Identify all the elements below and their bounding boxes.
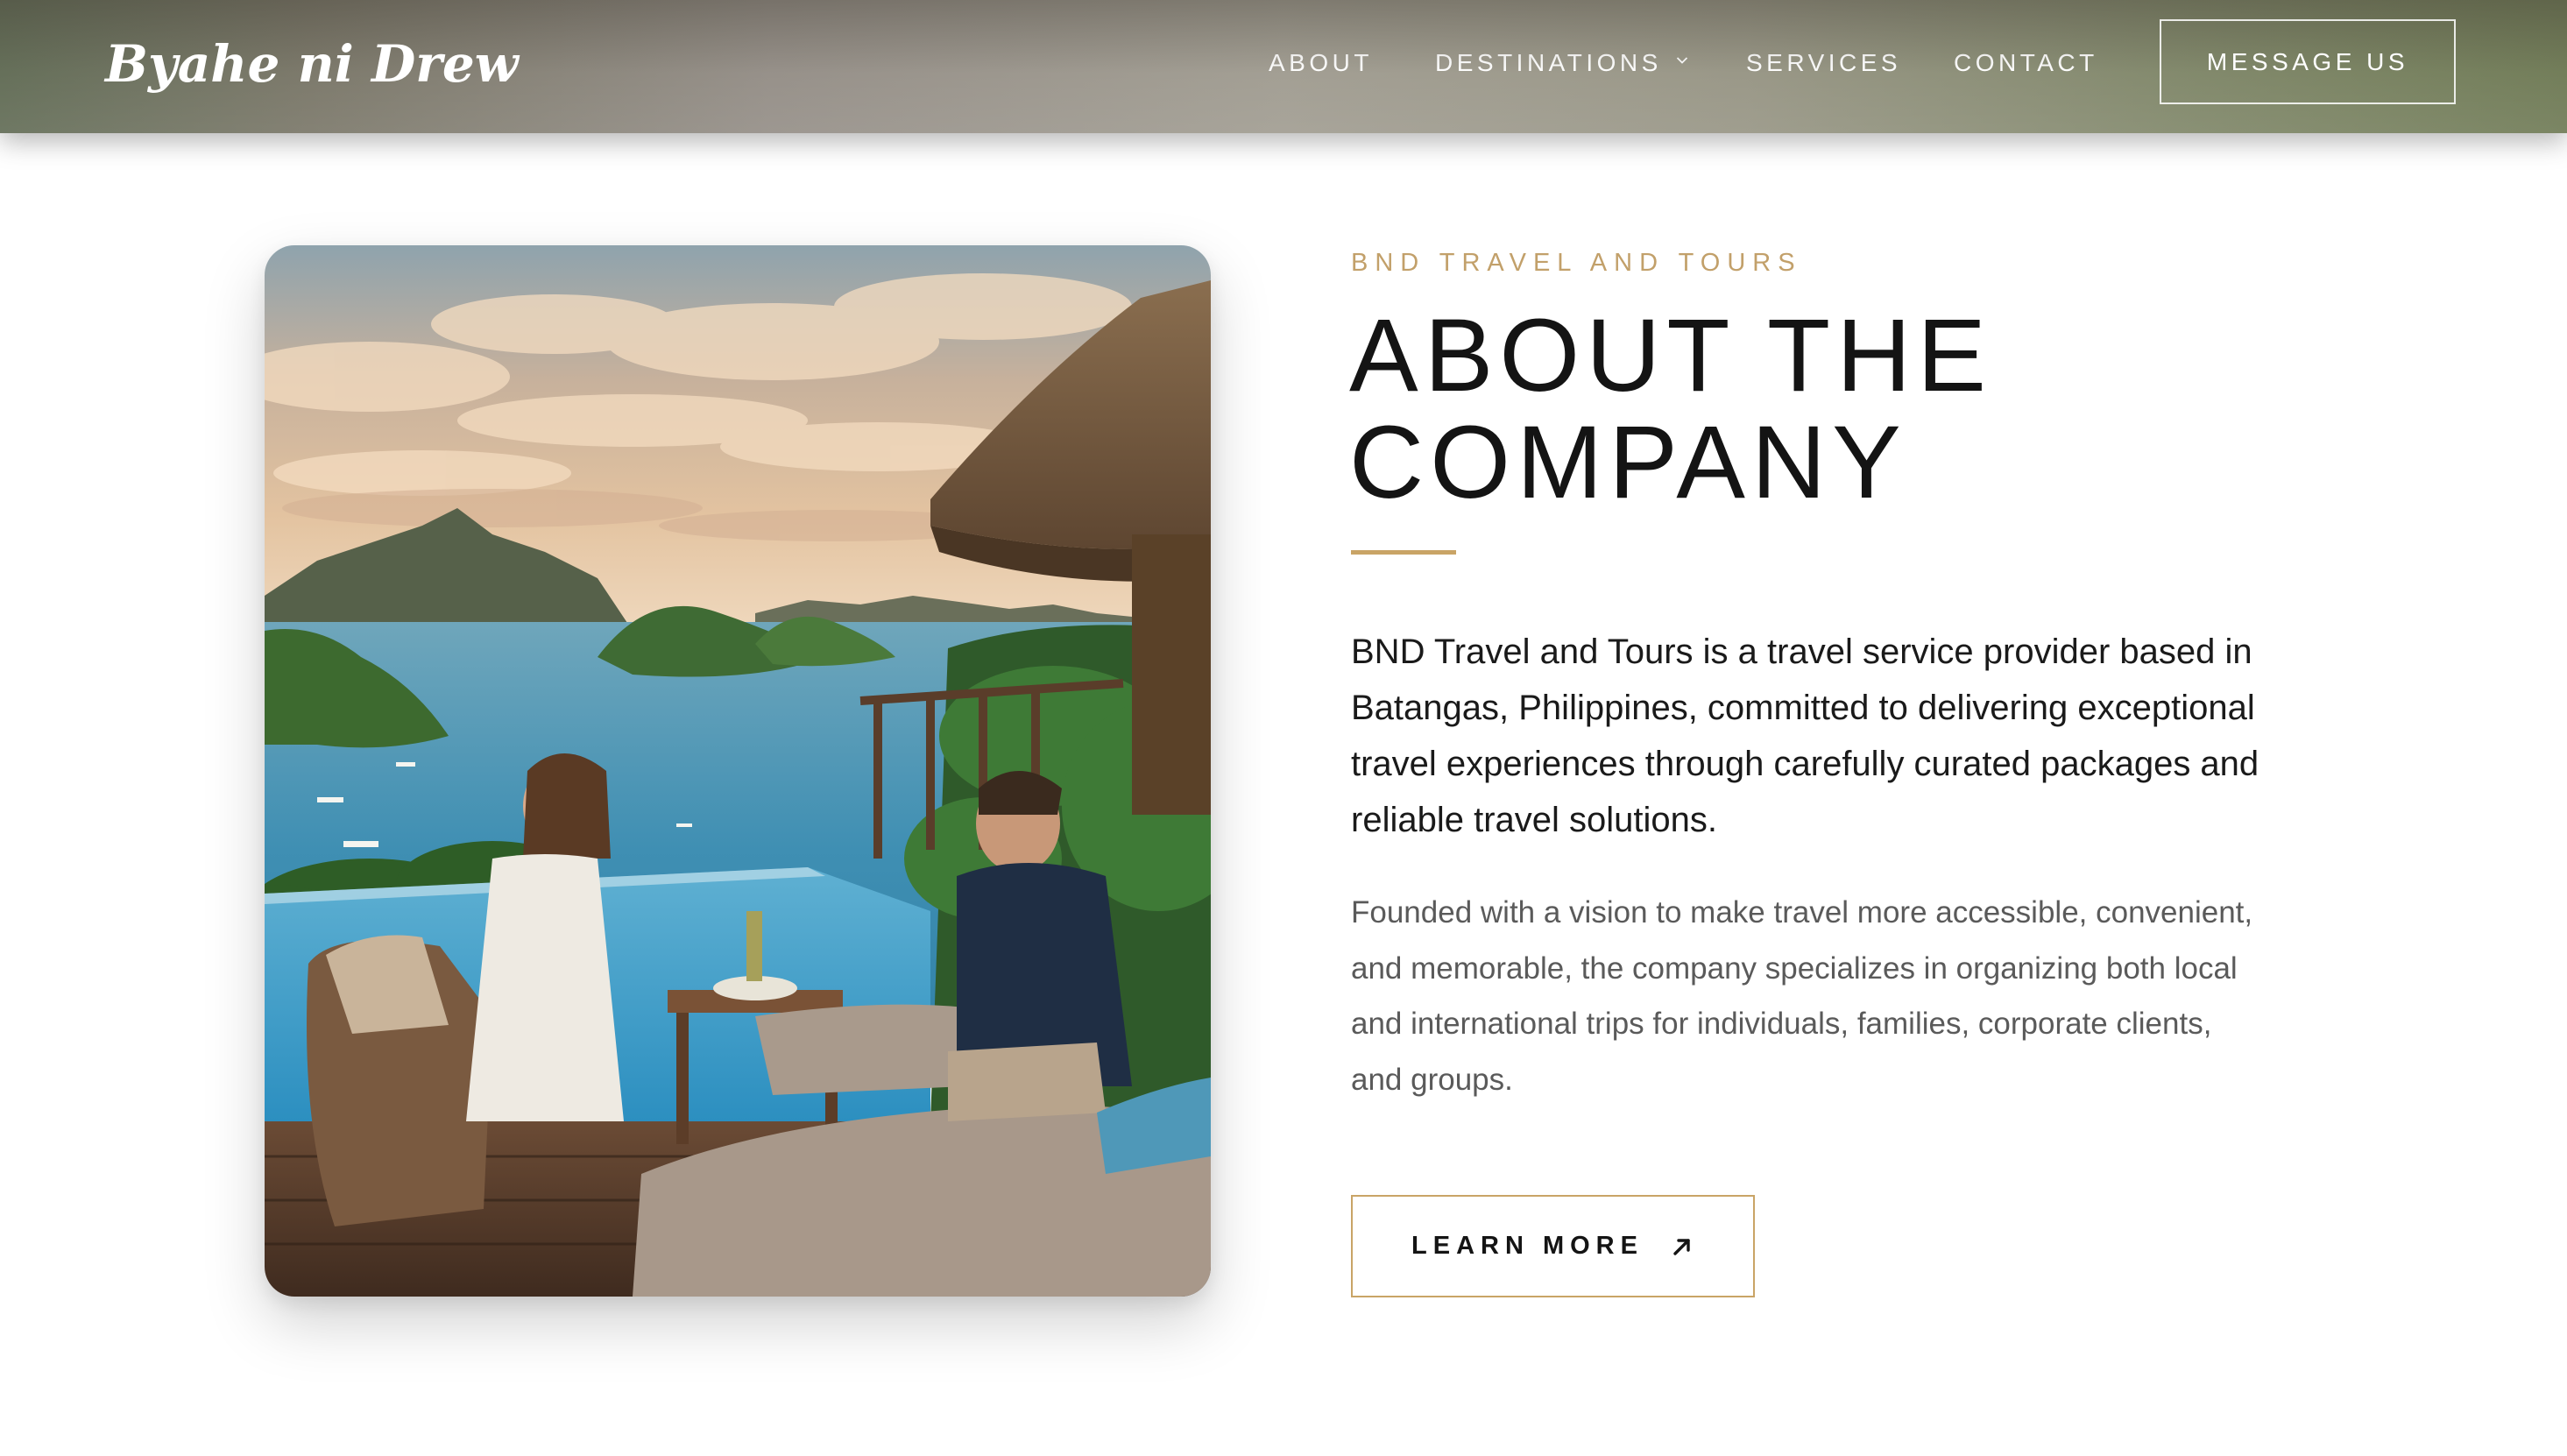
- nav-destinations[interactable]: DESTINATIONS: [1435, 47, 1688, 79]
- nav-destinations-label: DESTINATIONS: [1435, 49, 1662, 76]
- body-paragraph: Founded with a vision to make travel mor…: [1351, 895, 2253, 1097]
- title-divider: [1351, 550, 1456, 555]
- section-title-line-1: ABOUT THE: [1349, 298, 1993, 413]
- site-logo[interactable]: Byahe ni Drew: [105, 26, 519, 102]
- section-eyebrow: BND TRAVEL AND TOURS: [1351, 249, 1802, 277]
- chevron-down-icon: [1676, 57, 1687, 64]
- message-us-button[interactable]: MESSAGE US: [2160, 19, 2456, 104]
- about-photo: [265, 245, 1211, 1297]
- nav-contact[interactable]: CONTACT: [1954, 47, 2098, 79]
- learn-more-label: LEARN MORE: [1411, 1232, 1644, 1260]
- arrow-up-right-icon: [1673, 1238, 1690, 1255]
- learn-more-button[interactable]: LEARN MORE: [1351, 1195, 1755, 1297]
- intro-paragraph: BND Travel and Tours is a travel service…: [1351, 633, 2259, 839]
- section-title-line-2: COMPANY: [1349, 405, 1907, 520]
- nav-about[interactable]: ABOUT: [1269, 47, 1373, 79]
- site-header: Byahe ni Drew ABOUT DESTINATIONS SERVICE…: [0, 0, 2567, 133]
- section-title: ABOUT THE COMPANY: [1349, 302, 2138, 516]
- resort-scene-illustration: [265, 245, 1211, 1297]
- nav-services[interactable]: SERVICES: [1746, 47, 1901, 79]
